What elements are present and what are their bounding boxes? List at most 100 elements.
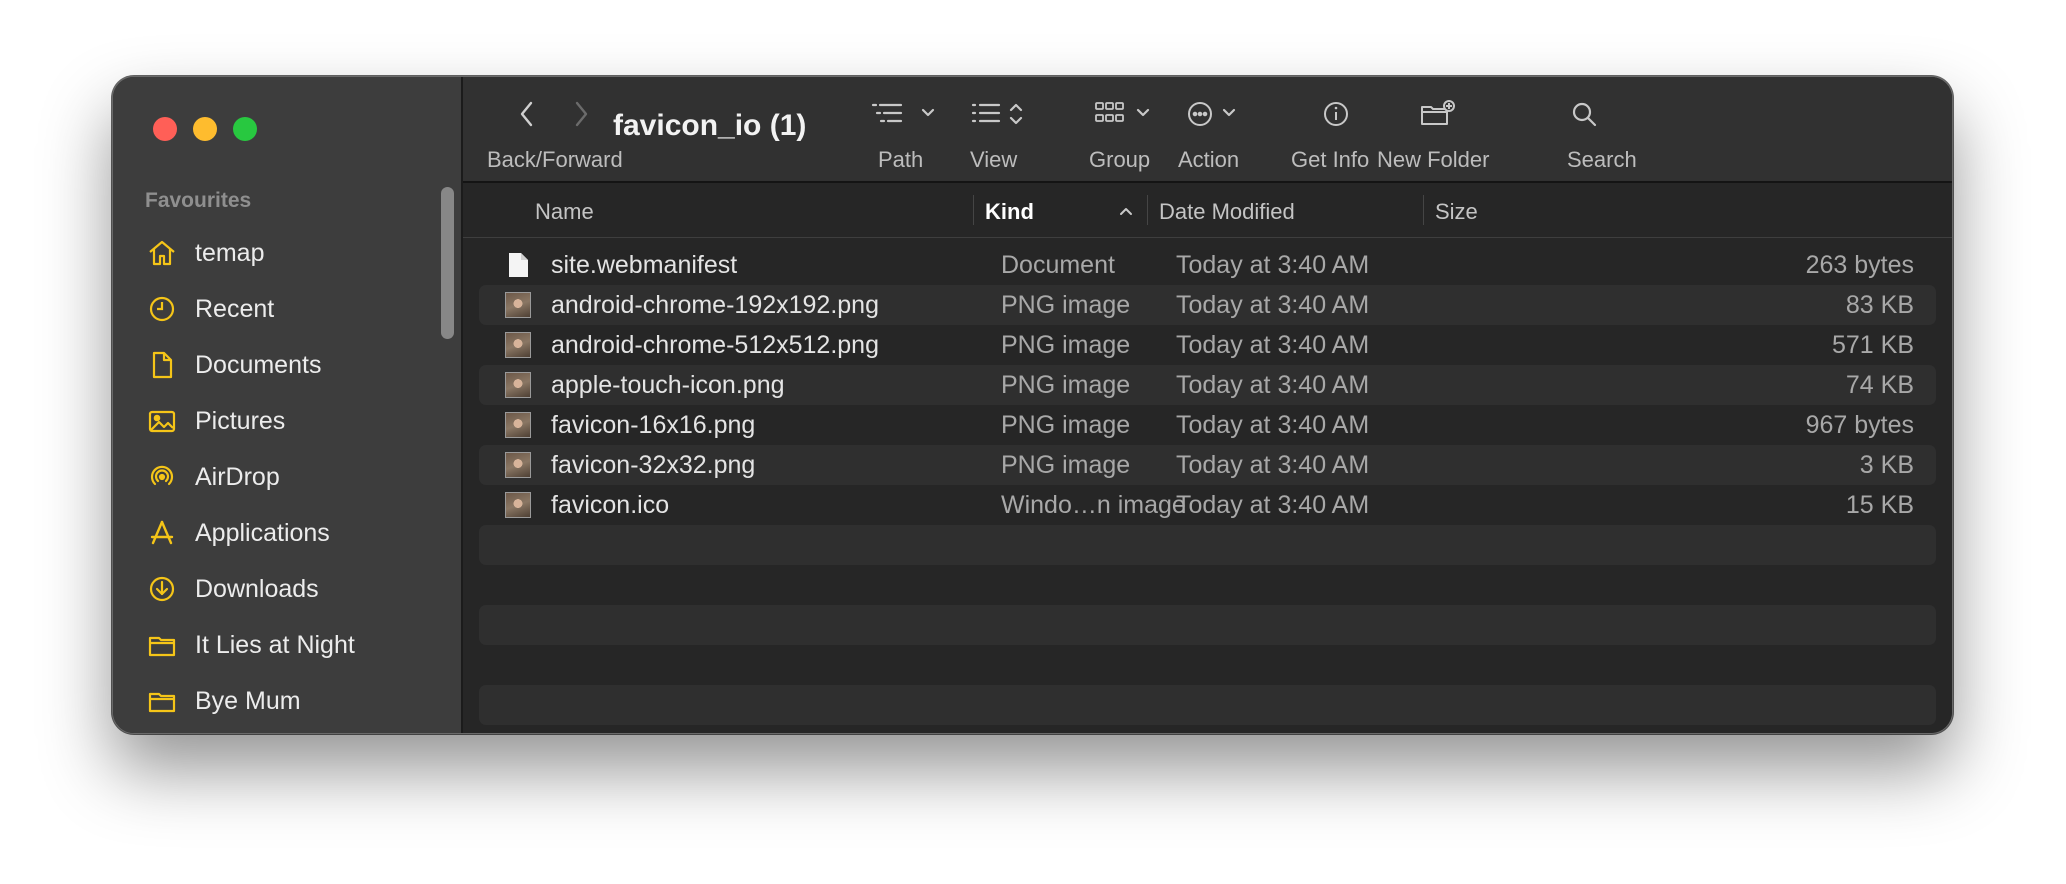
file-date: Today at 3:40 AM (1176, 251, 1370, 279)
sidebar-item-label: AirDrop (195, 462, 280, 491)
file-size: 263 bytes (1805, 251, 1914, 279)
image-thumbnail-icon (505, 292, 531, 318)
sidebar-item-pictures[interactable]: Pictures (147, 393, 355, 449)
airdrop-icon (150, 465, 174, 486)
file-size: 3 KB (1859, 451, 1914, 479)
sidebar-item-label: Applications (195, 518, 330, 547)
path-button[interactable]: Path (868, 77, 948, 181)
column-date-modified[interactable]: Date Modified (1159, 199, 1295, 225)
file-kind: PNG image (1001, 371, 1131, 399)
back-chevron-icon[interactable] (517, 99, 537, 129)
sidebar-item-documents[interactable]: Documents (147, 337, 355, 393)
column-divider[interactable] (1423, 195, 1424, 225)
document-icon (152, 351, 173, 379)
sidebar-item-downloads[interactable]: Downloads (147, 561, 355, 617)
column-header: Name Kind Date Modified Size (463, 183, 1952, 238)
file-date: Today at 3:40 AM (1176, 491, 1370, 519)
file-kind: PNG image (1001, 291, 1131, 319)
clock-icon (149, 296, 175, 322)
column-name[interactable]: Name (535, 199, 594, 225)
new-folder-icon (1421, 100, 1455, 125)
sidebar-item-label: It Lies at Night (195, 630, 355, 659)
sidebar-item-label: Bye Mum (195, 686, 301, 715)
sidebar-item-bye-mum[interactable]: Bye Mum (147, 673, 355, 729)
empty-row (479, 605, 1936, 645)
sidebar-item-applications[interactable]: Applications (147, 505, 355, 561)
action-button[interactable]: Action (1173, 77, 1263, 181)
close-button[interactable] (153, 117, 177, 141)
file-row[interactable]: favicon.ico Windo…n image Today at 3:40 … (479, 485, 1936, 525)
file-name: apple-touch-icon.png (551, 371, 785, 399)
file-date: Today at 3:40 AM (1176, 291, 1370, 319)
file-row[interactable]: favicon-32x32.png PNG image Today at 3:4… (479, 445, 1936, 485)
view-button[interactable]: View (968, 77, 1048, 181)
file-date: Today at 3:40 AM (1176, 451, 1370, 479)
sidebar-item-recent[interactable]: Recent (147, 281, 355, 337)
sidebar-item-it-lies-at-night[interactable]: It Lies at Night (147, 617, 355, 673)
search-icon (1572, 102, 1597, 127)
file-size: 967 bytes (1805, 411, 1914, 439)
minimize-button[interactable] (193, 117, 217, 141)
path-label: Path (878, 147, 924, 172)
group-label: Group (1089, 147, 1151, 172)
info-icon (1324, 102, 1348, 126)
sidebar-item-label: temap (195, 238, 265, 267)
forward-chevron-icon[interactable] (571, 99, 591, 129)
image-thumbnail-icon (505, 372, 531, 398)
file-row[interactable]: android-chrome-192x192.png PNG image Tod… (479, 285, 1936, 325)
file-size: 83 KB (1845, 291, 1914, 319)
column-size[interactable]: Size (1435, 199, 1478, 225)
get-info-button[interactable]: Get Info (1289, 77, 1379, 181)
get-info-label: Get Info (1291, 147, 1370, 172)
file-kind: PNG image (1001, 331, 1131, 359)
sidebar-item-temap[interactable]: temap (147, 225, 355, 281)
file-row[interactable]: android-chrome-512x512.png PNG image Tod… (479, 325, 1936, 365)
main-pane: Back/Forward favicon_io (1) Path View Gr… (463, 77, 1952, 733)
file-kind: Document (1001, 251, 1115, 279)
file-row[interactable]: favicon-16x16.png PNG image Today at 3:4… (479, 405, 1936, 445)
column-divider[interactable] (1147, 195, 1148, 225)
document-file-icon (509, 253, 528, 277)
image-thumbnail-icon (505, 492, 531, 518)
file-row[interactable]: site.webmanifest Document Today at 3:40 … (479, 245, 1936, 285)
sidebar-section-title: Favourites (145, 189, 252, 212)
file-date: Today at 3:40 AM (1176, 371, 1370, 399)
back-forward-control[interactable]: Back/Forward (487, 77, 627, 181)
column-kind[interactable]: Kind (985, 199, 1034, 225)
empty-row (479, 685, 1936, 725)
file-kind: PNG image (1001, 451, 1131, 479)
ellipsis-circle-icon (1188, 102, 1212, 126)
new-folder-button[interactable]: New Folder (1375, 77, 1499, 181)
image-thumbnail-icon (505, 452, 531, 478)
folder-icon (148, 692, 176, 713)
file-name: android-chrome-512x512.png (551, 331, 879, 359)
file-name: site.webmanifest (551, 251, 738, 279)
folder-icon (148, 636, 176, 657)
chevron-updown-icon (1009, 103, 1023, 125)
column-divider[interactable] (973, 195, 974, 225)
list-view-icon (971, 103, 1001, 123)
chevron-down-icon (1136, 108, 1150, 117)
file-name: favicon.ico (551, 491, 670, 519)
back-forward-label: Back/Forward (487, 147, 623, 172)
file-name: favicon-32x32.png (551, 451, 756, 479)
sort-ascending-icon[interactable] (1118, 203, 1134, 219)
new-folder-label: New Folder (1377, 147, 1490, 172)
empty-row (479, 565, 1936, 605)
file-row[interactable]: apple-touch-icon.png PNG image Today at … (479, 365, 1936, 405)
file-size: 74 KB (1845, 371, 1914, 399)
window-title: favicon_io (1) (613, 109, 807, 142)
sidebar-item-airdrop[interactable]: AirDrop (147, 449, 355, 505)
file-kind: PNG image (1001, 411, 1131, 439)
sidebar-item-label: Pictures (195, 406, 286, 435)
sidebar-item-label: Documents (195, 350, 322, 379)
zoom-button[interactable] (233, 117, 257, 141)
search-button[interactable]: Search (1513, 77, 1637, 181)
file-kind: Windo…n image (1001, 491, 1186, 519)
empty-row (479, 645, 1936, 685)
sidebar-scrollbar[interactable] (441, 187, 454, 339)
file-name: android-chrome-192x192.png (551, 291, 879, 319)
sidebar-list: temap Recent Documents Pictures AirDrop … (147, 225, 355, 729)
group-button[interactable]: Group (1089, 77, 1171, 181)
file-size: 571 KB (1831, 331, 1914, 359)
